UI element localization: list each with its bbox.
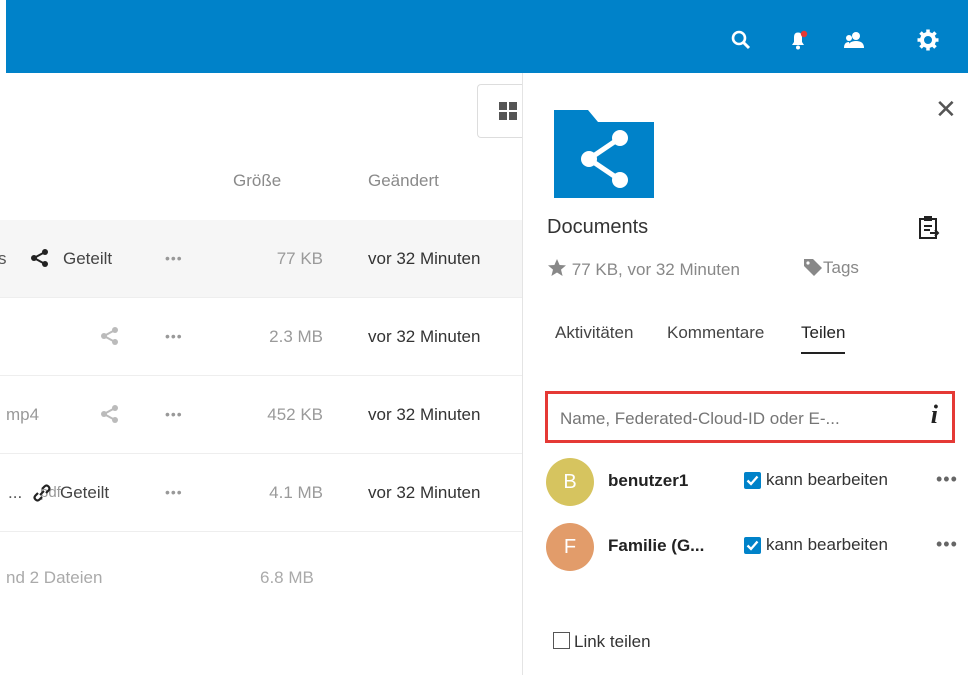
link-share-label: Link teilen — [574, 632, 651, 651]
notifications-icon[interactable] — [786, 28, 810, 52]
file-size: 77 KB — [276, 249, 323, 268]
modified-column-header[interactable]: Geändert — [368, 171, 439, 191]
tab-comments[interactable]: Kommentare — [667, 323, 764, 343]
file-size: 2.3 MB — [269, 327, 323, 346]
file-modified: vor 32 Minuten — [368, 327, 481, 346]
summary-label: nd 2 Dateien — [6, 568, 103, 587]
avatar: F — [546, 523, 594, 571]
share-icon[interactable] — [30, 248, 50, 268]
shared-label[interactable]: Geteilt — [63, 220, 112, 297]
sharee-row: B benutzer1 kann bearbeiten ••• — [546, 458, 966, 506]
file-modified: vor 32 Minuten — [368, 249, 481, 268]
table-row[interactable]: ••• 2.3 MB vor 32 Minuten — [0, 298, 522, 376]
share-search-input[interactable] — [558, 404, 907, 434]
share-icon[interactable] — [100, 326, 120, 346]
link-share-toggle[interactable]: Link teilen — [553, 632, 651, 652]
tab-activities[interactable]: Aktivitäten — [555, 323, 633, 343]
file-modified: vor 32 Minuten — [368, 483, 481, 502]
more-actions-icon[interactable]: ••• — [165, 220, 183, 297]
top-header-bar — [6, 0, 968, 73]
grid-icon — [499, 102, 517, 120]
close-icon[interactable]: ✕ — [935, 96, 957, 122]
contacts-icon[interactable] — [842, 28, 866, 52]
tags-button[interactable]: Tags — [803, 258, 859, 278]
file-name[interactable]: ... — [8, 454, 22, 531]
file-meta: 77 KB, vor 32 Minuten — [547, 258, 740, 280]
more-options-icon[interactable]: ••• — [936, 469, 958, 490]
file-size: 4.1 MB — [269, 483, 323, 502]
edit-permission-checkbox[interactable] — [744, 472, 761, 489]
settings-icon[interactable] — [916, 28, 940, 52]
tags-label: Tags — [823, 258, 859, 277]
info-icon[interactable]: i — [931, 400, 938, 430]
star-icon[interactable] — [547, 258, 567, 278]
link-icon[interactable] — [32, 483, 52, 503]
clipboard-icon[interactable] — [918, 215, 940, 239]
file-modified: vor 32 Minuten — [368, 405, 481, 424]
file-meta-text: 77 KB, vor 32 Minuten — [571, 260, 740, 279]
sharee-name: Familie (G... — [608, 536, 705, 555]
file-name[interactable]: mp4 — [6, 376, 39, 453]
tag-icon — [804, 259, 822, 276]
share-icon[interactable] — [100, 404, 120, 424]
sharee-name: benutzer1 — [608, 471, 689, 490]
link-share-checkbox[interactable] — [553, 632, 570, 649]
share-search-box: i — [545, 391, 955, 443]
file-size: 452 KB — [267, 405, 323, 424]
more-actions-icon[interactable]: ••• — [165, 298, 183, 375]
table-row[interactable]: mp4 ••• 452 KB vor 32 Minuten — [0, 376, 522, 454]
shared-folder-icon — [554, 110, 654, 198]
avatar: B — [546, 458, 594, 506]
search-icon[interactable] — [729, 28, 753, 52]
more-actions-icon[interactable]: ••• — [165, 454, 183, 531]
sharee-row: F Familie (G... kann bearbeiten ••• — [546, 523, 966, 571]
tab-sharing[interactable]: Teilen — [801, 323, 846, 354]
file-name[interactable]: s — [0, 220, 7, 297]
edit-permission-checkbox[interactable] — [744, 537, 761, 554]
more-actions-icon[interactable]: ••• — [165, 376, 183, 453]
permission-label[interactable]: kann bearbeiten — [766, 535, 888, 555]
grid-view-toggle-button[interactable] — [477, 84, 522, 138]
summary-size: 6.8 MB — [260, 568, 314, 587]
size-column-header[interactable]: Größe — [233, 171, 281, 191]
permission-label[interactable]: kann bearbeiten — [766, 470, 888, 490]
file-title: Documents — [547, 216, 649, 238]
shared-label[interactable]: Geteilt — [60, 454, 109, 531]
more-options-icon[interactable]: ••• — [936, 534, 958, 555]
table-row[interactable]: ... pdf Geteilt ••• 4.1 MB vor 32 Minute… — [0, 454, 522, 532]
table-row[interactable]: s Geteilt ••• 77 KB vor 32 Minuten — [0, 220, 522, 298]
